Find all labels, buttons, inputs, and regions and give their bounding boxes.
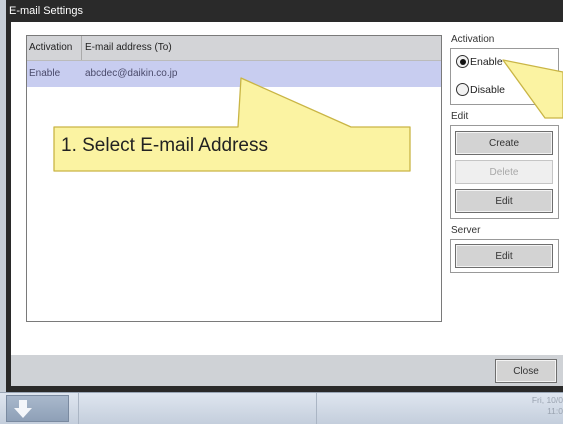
column-header-activation[interactable]: Activation bbox=[29, 36, 72, 60]
taskbar-button[interactable] bbox=[6, 395, 69, 422]
taskbar-time: 11:0 bbox=[547, 406, 563, 416]
table-row[interactable]: Enable abcdec@daikin.co.jp bbox=[27, 61, 441, 87]
annotation-text: 1. Select E-mail Address bbox=[61, 135, 268, 156]
email-table: Activation E-mail address (To) Enable ab… bbox=[26, 35, 442, 322]
row-email: abcdec@daikin.co.jp bbox=[85, 68, 178, 79]
taskbar-date: Fri, 10/0 bbox=[531, 395, 563, 405]
taskbar: Fri, 10/0 11:0 bbox=[0, 392, 563, 424]
taskbar-divider bbox=[78, 393, 79, 424]
table-header: Activation E-mail address (To) bbox=[27, 36, 441, 61]
radio-disable-indicator bbox=[456, 83, 469, 96]
column-header-email[interactable]: E-mail address (To) bbox=[85, 36, 172, 60]
delete-button[interactable]: Delete bbox=[455, 160, 553, 184]
window-content: Activation E-mail address (To) Enable ab… bbox=[11, 22, 563, 355]
activation-group: Enable Disable bbox=[450, 48, 559, 105]
row-activation: Enable bbox=[29, 68, 61, 79]
server-edit-button[interactable]: Edit bbox=[455, 244, 553, 268]
radio-enable-indicator bbox=[456, 55, 469, 68]
taskbar-divider bbox=[316, 393, 317, 424]
taskbar-clock: Fri, 10/0 11:0 bbox=[532, 395, 563, 417]
radio-enable[interactable]: Enable bbox=[456, 55, 503, 68]
server-group: Edit bbox=[450, 239, 559, 273]
edit-group: Create Delete Edit bbox=[450, 125, 559, 219]
edit-email-button[interactable]: Edit bbox=[455, 189, 553, 213]
radio-enable-label: Enable bbox=[470, 55, 503, 68]
window-title: E-mail Settings bbox=[9, 5, 83, 17]
edit-label: Edit bbox=[451, 111, 469, 122]
down-arrow-icon bbox=[14, 400, 32, 418]
column-divider bbox=[81, 36, 82, 60]
footer-bar: Close bbox=[11, 355, 563, 386]
server-label: Server bbox=[451, 225, 481, 236]
close-button[interactable]: Close bbox=[495, 359, 557, 383]
create-button[interactable]: Create bbox=[455, 131, 553, 155]
radio-disable[interactable]: Disable bbox=[456, 83, 505, 96]
radio-disable-label: Disable bbox=[470, 83, 506, 96]
email-settings-window: E-mail Settings Activation E-mail addres… bbox=[6, 0, 563, 392]
activation-label: Activation bbox=[451, 34, 495, 45]
